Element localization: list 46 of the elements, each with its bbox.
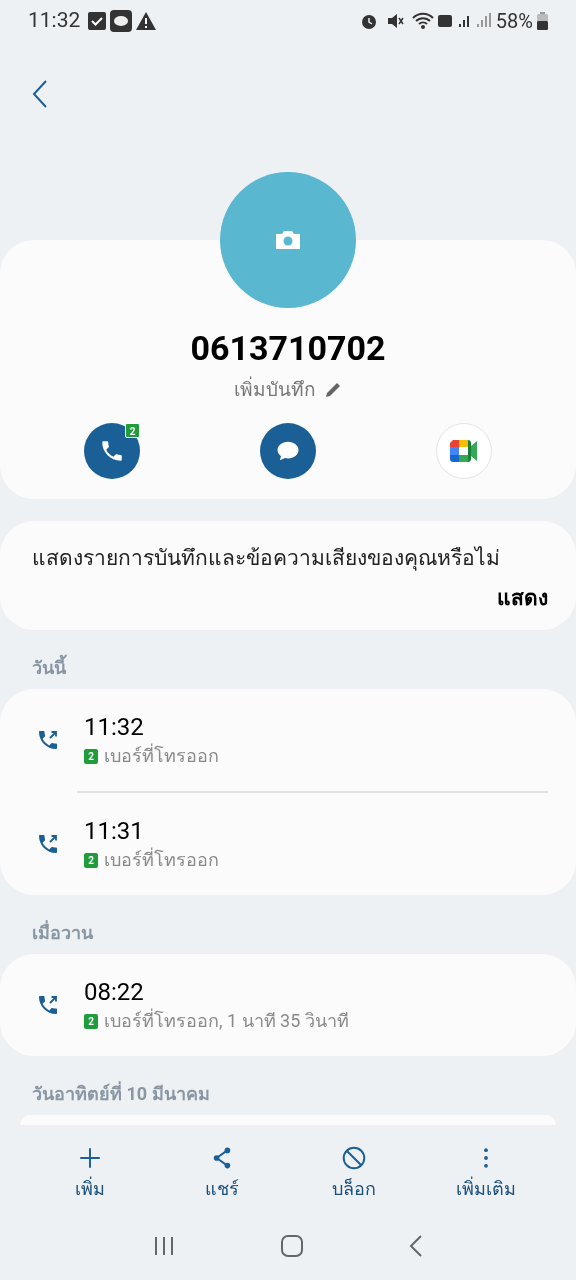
call-detail: เบอร์ที่โทรออก, 1 นาที 35 วินาที [104, 1008, 349, 1033]
prompt-text: แสดงรายการบันทึกและข้อความเสียงของคุณหรือไม่ [32, 544, 501, 573]
call-detail: เบอร์ที่โทรออก [104, 743, 219, 768]
camera-icon [274, 229, 302, 251]
add-note-button[interactable]: เพิ่มบันทึก [234, 376, 342, 405]
plus-icon [77, 1145, 103, 1171]
call-log-entry[interactable]: 11:32 2 เบอร์ที่โทรออก [0, 689, 576, 791]
more-icon [484, 1148, 488, 1168]
call-time: 11:32 [84, 712, 145, 743]
toolbar-button[interactable]: เพิ่ม [35, 1145, 145, 1202]
lte-signal-icon [437, 12, 492, 30]
call-log-entry[interactable]: 11:31 2 เบอร์ที่โทรออก [0, 793, 576, 895]
section-heading: เมื่อวาน [31, 919, 94, 945]
mute-icon [385, 12, 404, 30]
call-detail: เบอร์ที่โทรออก [104, 847, 219, 872]
show-button[interactable]: แสดง [497, 582, 548, 614]
section-heading: วันนี้ [0, 630, 576, 689]
call-button[interactable]: 2 [84, 422, 140, 479]
call-time: 08:22 [84, 977, 145, 1008]
sim-badge: 2 [84, 852, 98, 868]
toolbar-button[interactable]: เพิ่มเติม [431, 1145, 541, 1202]
phone-number: 0613710702 [190, 328, 386, 368]
status-time: 11:32 [28, 7, 81, 35]
battery-percent: 58% [495, 8, 533, 35]
toolbar-button[interactable]: บล็อก [299, 1145, 409, 1202]
wifi-icon [411, 12, 434, 30]
block-icon [341, 1145, 367, 1171]
alarm-icon [359, 12, 378, 30]
warning-icon [136, 12, 157, 30]
sim-badge: 2 [125, 422, 140, 438]
battery-icon [537, 12, 548, 30]
outgoing-call-icon [36, 728, 60, 752]
outgoing-call-icon [36, 993, 60, 1017]
call-time: 11:31 [84, 816, 145, 847]
checkbox-notification-icon [88, 12, 107, 30]
recent-apps-icon[interactable] [153, 1236, 175, 1256]
outgoing-call-icon [36, 832, 60, 856]
pencil-icon [324, 381, 342, 400]
back-icon[interactable] [409, 1235, 423, 1257]
call-log-entry[interactable]: 08:22 2 เบอร์ที่โทรออก, 1 นาที 35 วินาที [0, 954, 576, 1056]
sim-badge: 2 [84, 748, 98, 764]
section-heading: วันอาทิตย์ที่ 10 มีนาคม [31, 1080, 211, 1106]
toolbar-button[interactable]: แชร์ [167, 1145, 277, 1202]
app-notification-icon [110, 10, 133, 32]
sim-badge: 2 [84, 1013, 98, 1029]
home-icon[interactable] [281, 1235, 303, 1257]
